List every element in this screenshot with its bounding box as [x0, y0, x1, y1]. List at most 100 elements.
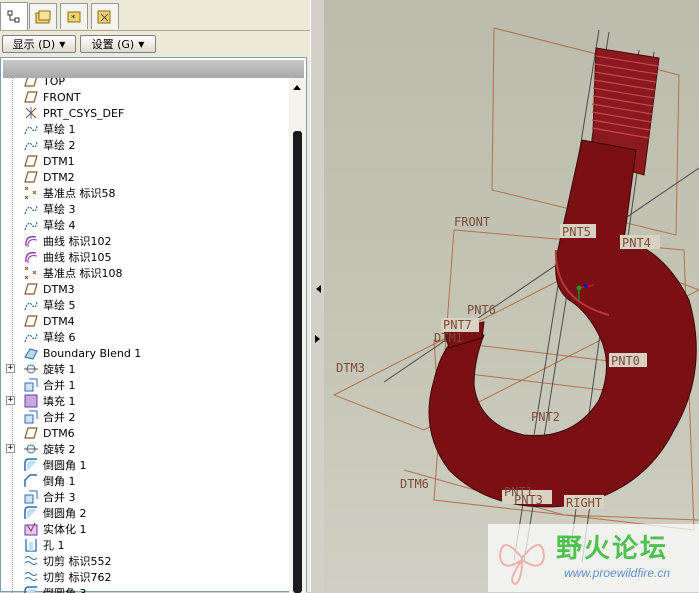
tree-item-label: 填充 1 — [43, 395, 76, 408]
tree-column-header — [3, 60, 304, 78]
datum-label-pnt4[interactable]: PNT4 — [622, 236, 651, 250]
tree-item[interactable]: 曲线 标识102 — [1, 233, 287, 249]
tree-item[interactable]: 合并 1 — [1, 377, 287, 393]
datum-label-pnt5[interactable]: PNT5 — [562, 225, 591, 239]
model-tree-icon — [7, 10, 20, 22]
tree-item[interactable]: + 旋转 1 — [1, 361, 287, 377]
hook-model-view[interactable]: FRONT PNT5 PNT4 PNT6 PNT7 DTM1 DTM3 PNT0… — [324, 0, 699, 592]
tree-item[interactable]: 实体化 1 — [1, 521, 287, 537]
tree-item-label: 旋转 2 — [43, 443, 76, 456]
tree-item-label: 草绘 5 — [43, 299, 76, 312]
tree-item[interactable]: 孔 1 — [1, 537, 287, 553]
tree-item[interactable]: PRT_CSYS_DEF — [1, 105, 287, 121]
panel-splitter[interactable] — [310, 0, 325, 592]
tree-item-label: 基准点 标识58 — [43, 187, 116, 200]
tree-item[interactable]: 合并 2 — [1, 409, 287, 425]
tree-item[interactable]: 基准点 标识58 — [1, 185, 287, 201]
datum-label-front[interactable]: FRONT — [454, 215, 490, 229]
tree-item[interactable]: 曲线 标识105 — [1, 249, 287, 265]
datum-label-right[interactable]: RIGHT — [566, 496, 602, 510]
tab-favorites[interactable]: * — [60, 3, 88, 29]
sketch-icon — [24, 220, 38, 231]
tree-item[interactable]: DTM2 — [1, 169, 287, 185]
tree-item[interactable]: DTM1 — [1, 153, 287, 169]
tree-item-label: 切剪 标识552 — [43, 555, 112, 568]
datum-plane-icon — [24, 155, 38, 167]
tree-item-label: 合并 1 — [43, 379, 76, 392]
sketch-icon — [24, 124, 38, 135]
tree-item[interactable]: TOP — [1, 78, 287, 89]
expand-toggle-icon[interactable]: + — [6, 396, 15, 405]
expand-right-arrow-icon[interactable] — [313, 333, 323, 345]
tab-folder-browser[interactable] — [29, 3, 57, 29]
datum-plane-icon — [24, 283, 38, 295]
tree-item[interactable]: 草绘 1 — [1, 121, 287, 137]
tree-item-label: 合并 2 — [43, 411, 76, 424]
tab-model-tree[interactable] — [0, 2, 28, 30]
tree-scrollbar[interactable] — [289, 78, 306, 593]
scroll-up-arrow-icon[interactable] — [291, 81, 303, 93]
tree-item-label: 孔 1 — [43, 539, 65, 552]
tree-item[interactable]: + 填充 1 — [1, 393, 287, 409]
tree-item[interactable]: 基准点 标识108 — [1, 265, 287, 281]
tree-item-label: DTM3 — [43, 282, 75, 296]
tree-item[interactable]: 切剪 标识552 — [1, 553, 287, 569]
tree-item[interactable]: 切剪 标识762 — [1, 569, 287, 585]
datum-label-dtm1[interactable]: DTM1 — [434, 331, 463, 345]
datum-plane-icon — [24, 78, 38, 87]
tree-item-label: DTM2 — [43, 170, 75, 184]
tree-item-label: DTM6 — [43, 426, 75, 440]
tree-list[interactable]: TOP FRONT PRT_CSYS_DEF 草绘 1 草绘 2 DTM1 DTM2 基准点 … — [1, 78, 287, 593]
tree-item[interactable]: DTM4 — [1, 313, 287, 329]
tree-item[interactable]: 草绘 6 — [1, 329, 287, 345]
tree-item-label: 曲线 标识105 — [43, 251, 112, 264]
tree-item[interactable]: 倒角 1 — [1, 473, 287, 489]
tree-item-label: 倒圆角 1 — [43, 459, 87, 472]
datum-label-dtm3[interactable]: DTM3 — [336, 361, 365, 375]
display-menu-button[interactable]: 显示 (D) ▼ — [2, 35, 76, 53]
graphics-viewport[interactable]: FRONT PNT5 PNT4 PNT6 PNT7 DTM1 DTM3 PNT0… — [324, 0, 699, 592]
datum-plane-icon — [24, 171, 38, 183]
expand-toggle-icon[interactable]: + — [6, 364, 15, 373]
tree-item[interactable]: 合并 3 — [1, 489, 287, 505]
tree-item[interactable]: 草绘 5 — [1, 297, 287, 313]
expand-toggle-icon[interactable]: + — [6, 444, 15, 453]
sketch-icon — [24, 332, 38, 343]
favorites-icon: * — [67, 11, 81, 24]
datum-label-pnt3[interactable]: PNT3 — [514, 493, 543, 507]
datum-label-dtm6[interactable]: DTM6 — [400, 477, 429, 491]
tree-item-label: 草绘 4 — [43, 219, 76, 232]
tree-item[interactable]: 草绘 4 — [1, 217, 287, 233]
collapse-left-arrow-icon[interactable] — [313, 283, 323, 295]
tree-item[interactable]: + 旋转 2 — [1, 441, 287, 457]
sketch-icon — [24, 204, 38, 215]
coordinate-system-icon — [25, 107, 37, 119]
sketch-icon — [24, 140, 38, 151]
tree-item[interactable]: FRONT — [1, 89, 287, 105]
settings-menu-button[interactable]: 设置 (G) ▼ — [80, 35, 156, 53]
butterfly-logo-icon — [498, 544, 546, 586]
sketch-icon — [24, 300, 38, 311]
tree-item-label: PRT_CSYS_DEF — [43, 106, 125, 120]
datum-label-pnt6[interactable]: PNT6 — [467, 303, 496, 317]
round-icon — [24, 458, 37, 471]
datum-label-pnt2[interactable]: PNT2 — [531, 410, 560, 424]
tree-item-label: 倒角 1 — [43, 475, 76, 488]
tree-item[interactable]: DTM3 — [1, 281, 287, 297]
datum-label-pnt0[interactable]: PNT0 — [611, 354, 640, 368]
tree-item[interactable]: 草绘 3 — [1, 201, 287, 217]
tree-item[interactable]: 倒圆角 2 — [1, 505, 287, 521]
datum-label-pnt7[interactable]: PNT7 — [443, 318, 472, 332]
merge-icon — [24, 490, 38, 504]
watermark-title: 野火论坛 — [556, 534, 669, 564]
tree-item[interactable]: DTM6 — [1, 425, 287, 441]
scroll-thumb[interactable] — [293, 131, 302, 593]
tree-item-label: 基准点 标识108 — [43, 267, 123, 280]
tree-item-label: Boundary Blend 1 — [43, 346, 142, 360]
tree-item[interactable]: 倒圆角 1 — [1, 457, 287, 473]
tree-item[interactable]: 草绘 2 — [1, 137, 287, 153]
svg-text:*: * — [71, 14, 76, 24]
folder-icon — [35, 10, 51, 23]
tab-connections[interactable] — [91, 3, 119, 29]
tree-item[interactable]: Boundary Blend 1 — [1, 345, 287, 361]
